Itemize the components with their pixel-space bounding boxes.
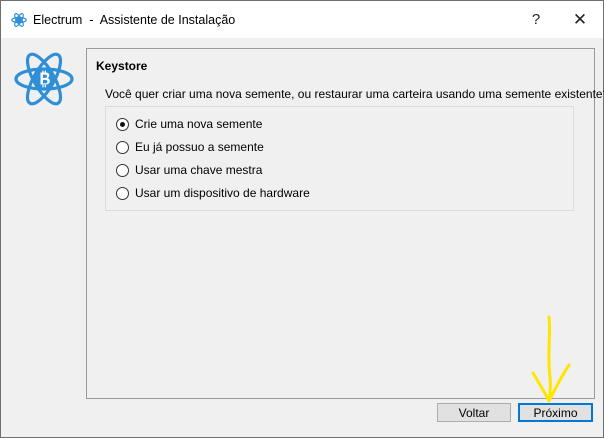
radio-button[interactable] (116, 186, 129, 200)
option-label: Usar uma chave mestra (135, 163, 263, 177)
radio-button[interactable] (116, 140, 129, 154)
yellow-arrow-down-icon (531, 315, 571, 403)
option-create-new-seed[interactable]: Crie uma nova semente (116, 116, 262, 132)
app-name: Electrum (33, 13, 83, 27)
option-label: Usar um dispositivo de hardware (135, 186, 310, 200)
keystore-panel: Keystore Você quer criar uma nova sement… (86, 48, 604, 399)
title-bar: Electrum - Assistente de Instalação ? ✕ (1, 1, 603, 38)
title-label: Assistente de Instalação (99, 13, 236, 27)
option-master-key[interactable]: Usar uma chave mestra (116, 162, 262, 178)
radio-button[interactable] (116, 163, 129, 177)
radio-button-selected[interactable] (116, 117, 129, 131)
help-button[interactable]: ? (513, 1, 559, 38)
window-title: Electrum - Assistente de Instalação (33, 13, 235, 27)
option-label: Eu já possuo a semente (135, 140, 264, 154)
installer-window: Electrum - Assistente de Instalação ? ✕ … (0, 0, 604, 438)
option-have-seed[interactable]: Eu já possuo a semente (116, 139, 264, 155)
option-label: Crie uma nova semente (135, 117, 263, 131)
back-button[interactable]: Voltar (437, 403, 511, 422)
keystore-heading: Keystore (96, 59, 148, 73)
next-button[interactable]: Próximo (518, 403, 593, 422)
electrum-logo-icon (11, 13, 27, 27)
close-button[interactable]: ✕ (557, 1, 603, 38)
title-separator: - (89, 13, 94, 27)
electrum-bitcoin-atom-icon (14, 52, 74, 106)
option-hardware-device[interactable]: Usar um dispositivo de hardware (116, 185, 310, 201)
keystore-question: Você quer criar uma nova semente, ou res… (105, 87, 604, 101)
keystore-options-group: Crie uma nova semente Eu já possuo a sem… (105, 106, 574, 211)
